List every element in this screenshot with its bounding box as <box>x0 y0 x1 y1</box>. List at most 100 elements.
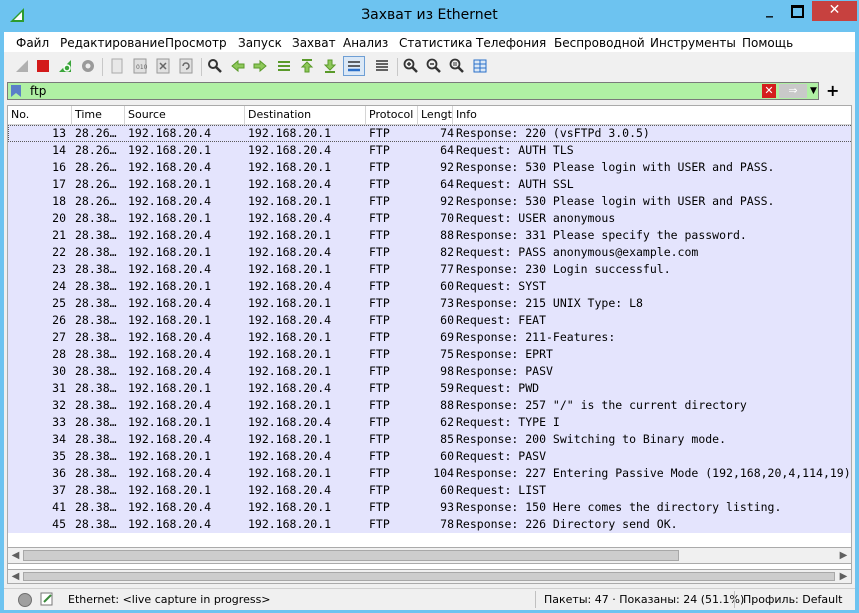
table-row[interactable]: 27 28.38… 192.168.20.4 192.168.20.1 FTP 69 Res… <box>8 329 851 346</box>
menu-statistics[interactable]: Статистика <box>399 36 473 50</box>
auto-scroll-icon[interactable] <box>343 56 365 76</box>
last-packet-icon[interactable] <box>320 56 340 76</box>
table-row[interactable]: 30 28.38… 192.168.20.4 192.168.20.1 FTP 98 Res… <box>8 363 851 380</box>
packet-time: 28.38… <box>75 313 117 327</box>
scroll-left-icon[interactable]: ◀ <box>8 570 23 583</box>
restart-capture-icon[interactable] <box>55 56 75 76</box>
open-file-icon[interactable] <box>107 56 127 76</box>
chevron-down-icon[interactable]: ▼ <box>810 84 820 98</box>
menu-analyze[interactable]: Анализ <box>343 36 388 50</box>
table-row[interactable]: 13 28.26… 192.168.20.4 192.168.20.1 FTP 74 Res… <box>8 125 851 142</box>
app-window: Захват из Ethernet _ ✕ Файл Редактирован… <box>0 0 859 613</box>
detail-pane-scrollbar[interactable]: ◀ ▶ <box>7 569 852 584</box>
packet-protocol: FTP <box>369 381 390 395</box>
table-row[interactable]: 31 28.38… 192.168.20.1 192.168.20.4 FTP 59 Req… <box>8 380 851 397</box>
column-header-source[interactable]: Source <box>125 106 245 124</box>
table-row[interactable]: 28 28.38… 192.168.20.4 192.168.20.1 FTP 75 Res… <box>8 346 851 363</box>
scroll-left-icon[interactable]: ◀ <box>8 548 23 563</box>
packet-protocol: FTP <box>369 415 390 429</box>
add-filter-button[interactable]: + <box>826 81 839 100</box>
find-packet-icon[interactable] <box>205 56 225 76</box>
zoom-out-icon[interactable] <box>424 56 444 76</box>
start-capture-icon[interactable] <box>12 56 32 76</box>
packet-time: 28.26… <box>75 177 117 191</box>
packet-list[interactable]: No. Time Source Destination Protocol Len… <box>7 105 852 580</box>
packet-no: 20 <box>52 211 66 225</box>
packet-no: 22 <box>52 245 66 259</box>
resize-columns-icon[interactable] <box>470 56 490 76</box>
save-file-icon[interactable]: 010 <box>130 56 150 76</box>
menu-help[interactable]: Помощь <box>742 36 793 50</box>
table-row[interactable]: 34 28.38… 192.168.20.4 192.168.20.1 FTP 85 Res… <box>8 431 851 448</box>
table-row[interactable]: 17 28.26… 192.168.20.1 192.168.20.4 FTP 64 Req… <box>8 176 851 193</box>
menu-capture[interactable]: Захват <box>292 36 336 50</box>
capture-comment-icon[interactable] <box>40 592 54 606</box>
packet-protocol: FTP <box>369 279 390 293</box>
packet-destination: 192.168.20.4 <box>248 449 332 463</box>
close-button[interactable]: ✕ <box>812 1 857 21</box>
column-header-info[interactable]: Info <box>453 106 851 124</box>
table-row[interactable]: 32 28.38… 192.168.20.4 192.168.20.1 FTP 88 Res… <box>8 397 851 414</box>
packet-length: 88 <box>440 228 454 242</box>
stop-capture-icon[interactable] <box>33 56 53 76</box>
menu-telephony[interactable]: Телефония <box>476 36 546 50</box>
menu-view[interactable]: Просмотр <box>165 36 227 50</box>
packet-info: Request: PWD <box>456 381 540 395</box>
first-packet-icon[interactable] <box>297 56 317 76</box>
maximize-button[interactable] <box>784 1 811 21</box>
column-header-length[interactable]: Lengt <box>418 106 453 124</box>
packet-destination: 192.168.20.1 <box>248 398 332 412</box>
display-filter-input[interactable]: ftp ✕ ⇒ ▼ <box>7 82 819 100</box>
minimize-button[interactable]: _ <box>756 1 783 21</box>
capture-options-icon[interactable] <box>78 56 98 76</box>
packet-protocol: FTP <box>369 262 390 276</box>
table-row[interactable]: 45 28.38… 192.168.20.4 192.168.20.1 FTP 78 Res… <box>8 516 851 533</box>
zoom-in-icon[interactable] <box>401 56 421 76</box>
go-back-icon[interactable] <box>228 56 248 76</box>
apply-filter-icon[interactable]: ⇒ <box>779 84 807 98</box>
table-row[interactable]: 37 28.38… 192.168.20.1 192.168.20.4 FTP 60 Req… <box>8 482 851 499</box>
menu-go[interactable]: Запуск <box>238 36 282 50</box>
menu-edit[interactable]: Редактирование <box>60 36 165 50</box>
menu-wireless[interactable]: Беспроводной <box>554 36 645 50</box>
packet-info: Response: 227 Entering Passive Mode (192… <box>456 466 851 480</box>
title-bar[interactable]: Захват из Ethernet _ ✕ <box>0 0 859 32</box>
table-row[interactable]: 16 28.26… 192.168.20.4 192.168.20.1 FTP 92 Res… <box>8 159 851 176</box>
close-file-icon[interactable] <box>153 56 173 76</box>
bookmark-icon[interactable] <box>11 85 21 97</box>
table-row[interactable]: 33 28.38… 192.168.20.1 192.168.20.4 FTP 62 Req… <box>8 414 851 431</box>
colorize-icon[interactable] <box>371 56 393 76</box>
table-row[interactable]: 25 28.38… 192.168.20.4 192.168.20.1 FTP 73 Res… <box>8 295 851 312</box>
column-header-protocol[interactable]: Protocol <box>366 106 418 124</box>
table-row[interactable]: 21 28.38… 192.168.20.4 192.168.20.1 FTP 88 Res… <box>8 227 851 244</box>
menu-tools[interactable]: Инструменты <box>650 36 736 50</box>
table-row[interactable]: 35 28.38… 192.168.20.1 192.168.20.4 FTP 60 Req… <box>8 448 851 465</box>
scroll-right-icon[interactable]: ▶ <box>836 570 851 583</box>
table-row[interactable]: 26 28.38… 192.168.20.1 192.168.20.4 FTP 60 Req… <box>8 312 851 329</box>
packet-info: Request: PASS anonymous@example.com <box>456 245 699 259</box>
clear-filter-icon[interactable]: ✕ <box>762 84 776 98</box>
table-row[interactable]: 14 28.26… 192.168.20.1 192.168.20.4 FTP 64 Req… <box>8 142 851 159</box>
zoom-reset-icon[interactable] <box>447 56 467 76</box>
table-row[interactable]: 36 28.38… 192.168.20.4 192.168.20.1 FTP 104 Re… <box>8 465 851 482</box>
packet-protocol: FTP <box>369 483 390 497</box>
table-row[interactable]: 23 28.38… 192.168.20.4 192.168.20.1 FTP 77 Res… <box>8 261 851 278</box>
menu-file[interactable]: Файл <box>16 36 49 50</box>
table-row[interactable]: 18 28.26… 192.168.20.4 192.168.20.1 FTP 92 Res… <box>8 193 851 210</box>
packet-list-hscrollbar[interactable]: ◀ ▶ <box>7 547 852 564</box>
column-header-no[interactable]: No. <box>8 106 72 124</box>
go-forward-icon[interactable] <box>250 56 270 76</box>
scroll-right-icon[interactable]: ▶ <box>836 548 851 563</box>
expert-info-icon[interactable] <box>18 593 32 607</box>
packet-no: 33 <box>52 415 66 429</box>
column-header-destination[interactable]: Destination <box>245 106 366 124</box>
profile-status[interactable]: Профиль: Default <box>743 593 842 606</box>
reload-file-icon[interactable] <box>176 56 196 76</box>
table-row[interactable]: 24 28.38… 192.168.20.1 192.168.20.4 FTP 60 Req… <box>8 278 851 295</box>
table-row[interactable]: 41 28.38… 192.168.20.4 192.168.20.1 FTP 93 Res… <box>8 499 851 516</box>
table-row[interactable]: 20 28.38… 192.168.20.1 192.168.20.4 FTP 70 Req… <box>8 210 851 227</box>
packet-protocol: FTP <box>369 143 390 157</box>
column-header-time[interactable]: Time <box>72 106 125 124</box>
go-to-packet-icon[interactable] <box>274 56 294 76</box>
table-row[interactable]: 22 28.38… 192.168.20.1 192.168.20.4 FTP 82 Req… <box>8 244 851 261</box>
